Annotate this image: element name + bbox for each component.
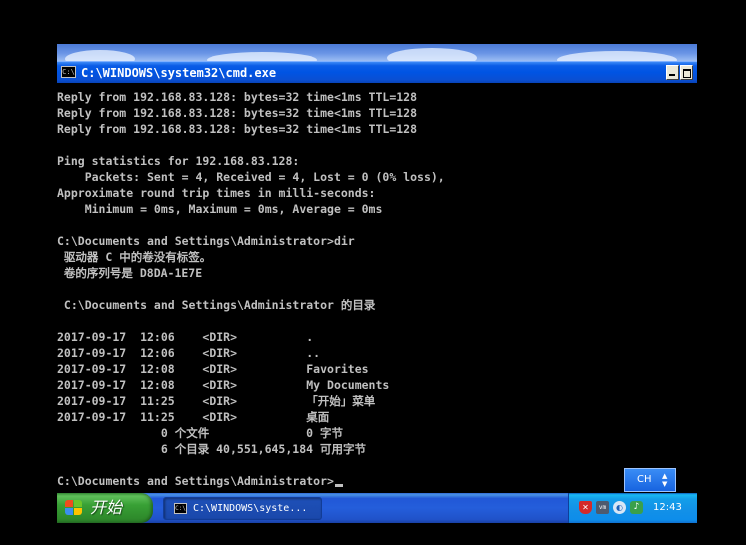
shield-icon[interactable]: ✕ xyxy=(579,501,592,514)
console-line: Approximate round trip times in milli-se… xyxy=(57,186,376,200)
console-line: Packets: Sent = 4, Received = 4, Lost = … xyxy=(57,170,445,184)
console-line: 2017-09-17 12:08 <DIR> My Documents xyxy=(57,378,390,392)
command-prompt-line[interactable]: C:\Documents and Settings\Administrator> xyxy=(57,473,343,489)
screen: C:\ C:\WINDOWS\system32\cmd.exe Reply fr… xyxy=(0,0,746,545)
console-output[interactable]: Reply from 192.168.83.128: bytes=32 time… xyxy=(57,89,697,491)
language-bar[interactable]: CH ▲ ▼ xyxy=(624,468,676,492)
title-bar[interactable]: C:\ C:\WINDOWS\system32\cmd.exe xyxy=(57,61,697,83)
console-line: 2017-09-17 12:06 <DIR> .. xyxy=(57,346,321,360)
window-title: C:\WINDOWS\system32\cmd.exe xyxy=(81,66,277,80)
language-options-arrow-icon[interactable]: ▲ ▼ xyxy=(662,472,667,488)
console-line: Reply from 192.168.83.128: bytes=32 time… xyxy=(57,90,418,104)
minimize-button[interactable] xyxy=(666,65,679,80)
console-line: 2017-09-17 12:06 <DIR> . xyxy=(57,330,314,344)
console-line: C:\Documents and Settings\Administrator … xyxy=(57,298,376,312)
console-line: Reply from 192.168.83.128: bytes=32 time… xyxy=(57,106,418,120)
network-icon[interactable]: ◐ xyxy=(613,501,626,514)
cmd-window[interactable]: C:\ C:\WINDOWS\system32\cmd.exe Reply fr… xyxy=(57,61,697,491)
console-line: 2017-09-17 11:25 <DIR> 桌面 xyxy=(57,410,330,424)
system-tray: ✕ vm ◐ ♪ 12:43 xyxy=(568,493,697,523)
windows-logo-icon xyxy=(65,500,82,516)
vm-icon[interactable]: vm xyxy=(596,501,609,514)
cmd-icon[interactable]: C:\ xyxy=(61,66,76,78)
taskbar: 开始 C:\ C:\WINDOWS\syste... ✕ vm ◐ ♪ 12:4… xyxy=(57,493,697,523)
console-line: 2017-09-17 12:08 <DIR> Favorites xyxy=(57,362,369,376)
console-line: 卷的序列号是 D8DA-1E7E xyxy=(57,266,203,280)
desktop-background xyxy=(57,44,697,61)
start-button-label: 开始 xyxy=(90,498,123,517)
cmd-icon: C:\ xyxy=(174,503,187,514)
text-cursor xyxy=(334,484,343,487)
taskbar-item-cmd[interactable]: C:\ C:\WINDOWS\syste... xyxy=(163,497,322,520)
console-line: C:\Documents and Settings\Administrator>… xyxy=(57,234,355,248)
console-line: Reply from 192.168.83.128: bytes=32 time… xyxy=(57,122,418,136)
restore-button[interactable] xyxy=(680,65,693,80)
sound-icon[interactable]: ♪ xyxy=(630,501,643,514)
input-language-indicator[interactable]: CH xyxy=(637,473,652,487)
command-prompt: C:\Documents and Settings\Administrator> xyxy=(57,474,334,488)
clock[interactable]: 12:43 xyxy=(653,501,682,515)
console-line: 6 个目录 40,551,645,184 可用字节 xyxy=(57,442,366,456)
console-line: 2017-09-17 11:25 <DIR> 「开始」菜单 xyxy=(57,394,376,408)
taskbar-item-label: C:\WINDOWS\syste... xyxy=(193,503,308,514)
start-button[interactable]: 开始 xyxy=(57,493,153,523)
console-line: Ping statistics for 192.168.83.128: xyxy=(57,154,300,168)
console-line: 驱动器 C 中的卷没有标签。 xyxy=(57,250,212,264)
console-line: Minimum = 0ms, Maximum = 0ms, Average = … xyxy=(57,202,383,216)
console-line: 0 个文件 0 字节 xyxy=(57,426,343,440)
